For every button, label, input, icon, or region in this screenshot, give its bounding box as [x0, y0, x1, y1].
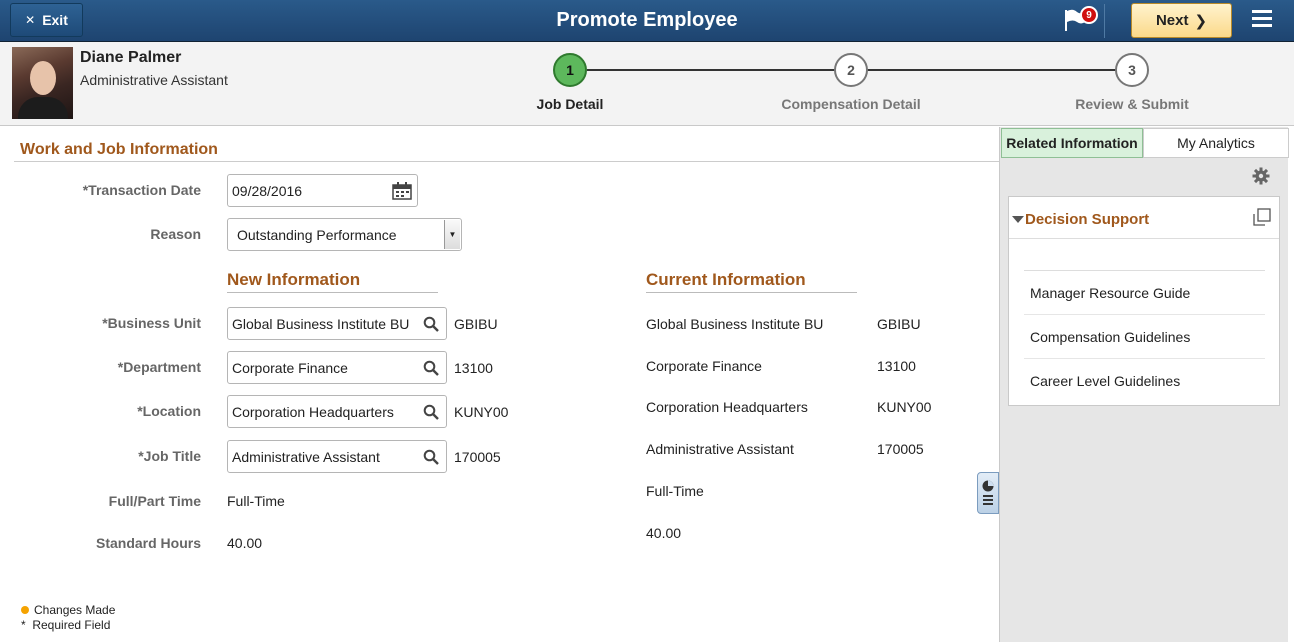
transaction-date-label: *Transaction Date	[82, 182, 201, 198]
main-content: Work and Job Information *Transaction Da…	[6, 127, 999, 642]
step-3-label[interactable]: Review & Submit	[1032, 96, 1232, 112]
pie-chart-icon	[982, 480, 994, 505]
standard-hours-label: Standard Hours	[95, 535, 201, 551]
tab-related-information[interactable]: Related Information	[1001, 128, 1143, 158]
business-unit-label: *Business Unit	[102, 315, 201, 331]
location-value: Corporation Headquarters	[232, 403, 394, 420]
department-field[interactable]: Corporate Finance	[227, 351, 447, 384]
department-value: Corporate Finance	[232, 359, 348, 376]
reason-select[interactable]: Outstanding Performance ▼	[227, 218, 462, 251]
transaction-date-value: 09/28/2016	[232, 182, 303, 199]
full-part-time-value: Full-Time	[227, 493, 285, 509]
current-information-heading: Current Information	[646, 270, 806, 289]
business-unit-code: GBIBU	[454, 316, 498, 332]
next-label: Next	[1155, 12, 1189, 29]
step-connector	[587, 69, 835, 71]
calendar-icon[interactable]	[391, 180, 413, 202]
new-information-rule	[227, 292, 438, 293]
department-label: *Department	[117, 359, 201, 375]
legend-required-field: * Required Field	[21, 618, 111, 632]
full-part-time-label: Full/Part Time	[108, 493, 201, 509]
section-title: Work and Job Information	[20, 141, 218, 158]
expand-window-icon[interactable]	[1253, 208, 1271, 226]
changes-dot-icon	[21, 606, 29, 614]
tab-my-analytics[interactable]: My Analytics	[1143, 128, 1289, 158]
decision-support-panel: Decision Support Manager Resource Guide …	[1008, 196, 1280, 406]
decision-support-links: Manager Resource Guide Compensation Guid…	[1024, 270, 1265, 403]
current-job-title: Administrative Assistant	[646, 441, 794, 457]
legend-changes-made: Changes Made	[21, 603, 115, 617]
location-label: *Location	[137, 403, 201, 419]
chevron-right-icon: ❯	[1194, 12, 1208, 30]
page-title: Promote Employee	[556, 9, 738, 31]
current-department: Corporate Finance	[646, 358, 762, 374]
link-manager-resource-guide[interactable]: Manager Resource Guide	[1024, 271, 1265, 315]
employee-name: Diane Palmer	[80, 49, 182, 66]
search-icon[interactable]	[420, 357, 442, 379]
gear-icon[interactable]	[1252, 167, 1270, 185]
current-standard-hours: 40.00	[646, 525, 682, 541]
location-code: KUNY00	[454, 404, 509, 420]
business-unit-value: Global Business Institute BU	[232, 315, 410, 332]
step-2-circle[interactable]: 2	[834, 53, 868, 87]
current-job-title-code: 170005	[877, 441, 924, 457]
search-icon[interactable]	[420, 313, 442, 335]
employee-job-title: Administrative Assistant	[80, 72, 228, 88]
current-department-code: 13100	[877, 358, 916, 374]
notification-badge: 9	[1080, 6, 1098, 24]
job-title-label: *Job Title	[138, 448, 201, 464]
transaction-date-field[interactable]: 09/28/2016	[227, 174, 418, 207]
current-location: Corporation Headquarters	[646, 399, 808, 415]
header-divider	[1104, 4, 1105, 38]
search-icon[interactable]	[420, 401, 442, 423]
current-business-unit: Global Business Institute BU	[646, 316, 824, 332]
job-title-code: 170005	[454, 449, 501, 465]
dropdown-arrow-icon: ▼	[444, 220, 460, 249]
employee-photo	[12, 47, 73, 119]
step-3-circle[interactable]: 3	[1115, 53, 1149, 87]
new-information-heading: New Information	[227, 270, 361, 289]
step-1-label[interactable]: Job Detail	[470, 96, 670, 112]
standard-hours-value: 40.00	[227, 535, 263, 551]
step-1-circle[interactable]: 1	[553, 53, 587, 87]
hamburger-menu-icon[interactable]	[1252, 10, 1272, 30]
location-field[interactable]: Corporation Headquarters	[227, 395, 447, 428]
caret-down-icon	[1012, 216, 1024, 223]
related-info-panel: Related Information My Analytics Decisio…	[999, 127, 1289, 642]
section-divider	[14, 161, 999, 162]
current-location-code: KUNY00	[877, 399, 932, 415]
link-compensation-guidelines[interactable]: Compensation Guidelines	[1024, 315, 1265, 359]
search-icon[interactable]	[420, 446, 442, 468]
employee-header: Diane Palmer Administrative Assistant 1 …	[0, 42, 1294, 126]
notification-button[interactable]: 9	[1062, 6, 1098, 35]
job-title-value: Administrative Assistant	[232, 448, 380, 465]
next-button[interactable]: Next ❯	[1131, 3, 1232, 38]
analytics-panel-toggle[interactable]	[977, 472, 999, 514]
department-code: 13100	[454, 360, 493, 376]
reason-label: Reason	[150, 226, 201, 242]
current-information-rule	[646, 292, 857, 293]
step-connector	[867, 69, 1116, 71]
link-career-level-guidelines[interactable]: Career Level Guidelines	[1024, 359, 1265, 403]
job-title-field[interactable]: Administrative Assistant	[227, 440, 447, 473]
current-business-unit-code: GBIBU	[877, 316, 921, 332]
reason-value: Outstanding Performance	[237, 226, 397, 243]
decision-support-header[interactable]: Decision Support	[1009, 197, 1279, 239]
current-full-part-time: Full-Time	[646, 483, 704, 499]
decision-support-title: Decision Support	[1025, 211, 1150, 228]
business-unit-field[interactable]: Global Business Institute BU	[227, 307, 447, 340]
step-2-label[interactable]: Compensation Detail	[751, 96, 951, 112]
top-bar: ✕ Exit Promote Employee 9 Next ❯	[0, 0, 1294, 42]
